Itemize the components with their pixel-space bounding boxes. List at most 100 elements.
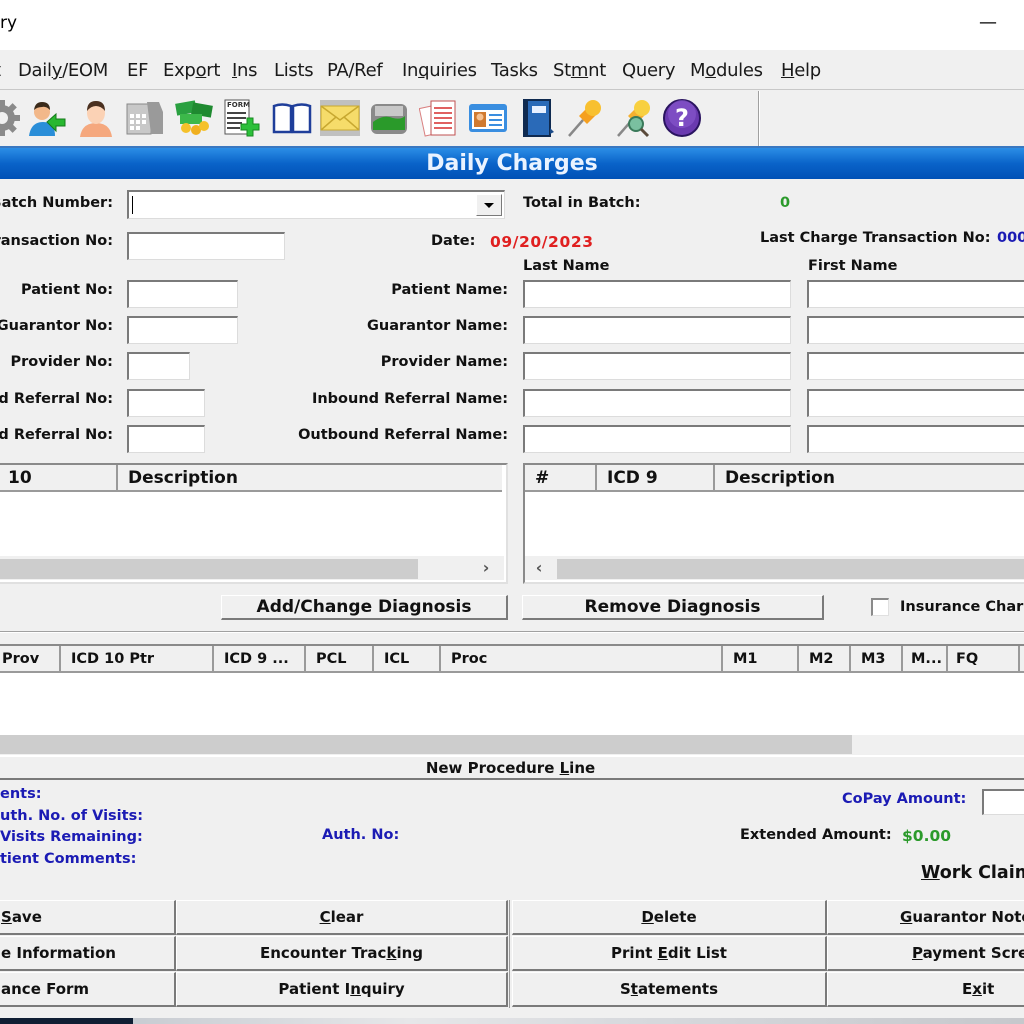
batch-number-combobox[interactable] xyxy=(127,190,505,219)
copay-amount-input[interactable] xyxy=(982,789,1024,815)
column-header-icd10-ptr[interactable]: ICD 10 Ptr xyxy=(61,646,214,673)
column-header-m2[interactable]: M2 xyxy=(799,646,851,673)
guarantor-no-input[interactable] xyxy=(127,316,238,344)
column-header-more[interactable] xyxy=(1020,646,1024,673)
guarantor-first-name-input[interactable] xyxy=(807,316,1024,344)
remove-diagnosis-button[interactable]: Remove Diagnosis xyxy=(522,595,824,620)
id-card-icon[interactable] xyxy=(468,98,508,138)
dropdown-arrow-button[interactable] xyxy=(476,194,502,216)
provider-first-name-input[interactable] xyxy=(807,352,1024,380)
menu-item-ins[interactable]: Ins xyxy=(232,60,258,81)
column-header-prov[interactable]: Prov xyxy=(0,646,61,673)
provider-no-input[interactable] xyxy=(127,352,190,380)
new-procedure-line-button[interactable]: New Procedure Line xyxy=(0,756,1024,780)
transaction-no-input[interactable] xyxy=(127,232,285,260)
patient-icon[interactable] xyxy=(76,98,116,138)
help-icon[interactable]: ? xyxy=(662,98,702,138)
scrollbar-thumb[interactable] xyxy=(0,559,418,579)
menu-item-inquiries[interactable]: Inquiries xyxy=(402,60,477,81)
column-header-icd9[interactable]: ICD 9 ... xyxy=(214,646,306,673)
patient-no-input[interactable] xyxy=(127,280,238,308)
auth-no-label: Auth. No: xyxy=(322,827,400,843)
inbound-referral-no-input[interactable] xyxy=(127,389,205,417)
column-header-m4[interactable]: M... xyxy=(903,646,948,673)
clear-button[interactable]: Clear xyxy=(176,900,508,935)
guarantor-last-name-input[interactable] xyxy=(523,316,791,344)
work-claim-button[interactable]: Work Claim xyxy=(921,863,1024,883)
payment-screen-button[interactable]: Payment Scre xyxy=(827,936,1024,971)
menu-item-t[interactable]: t xyxy=(0,60,1,81)
encounter-tracking-button[interactable]: Encounter Tracking xyxy=(176,936,508,971)
envelope-icon[interactable] xyxy=(320,98,360,138)
menu-item-lists[interactable]: Lists xyxy=(274,60,314,81)
gear-icon[interactable] xyxy=(0,98,22,138)
menu-item-tasks[interactable]: Tasks xyxy=(491,60,538,81)
menu-item-daily-eom[interactable]: Daily/EOM xyxy=(18,60,108,81)
add-change-diagnosis-button[interactable]: Add/Change Diagnosis xyxy=(221,595,508,620)
text-cursor xyxy=(132,196,133,214)
book-icon[interactable] xyxy=(272,98,312,138)
transaction-no-label: ransaction No: xyxy=(0,233,113,249)
menu-item-help[interactable]: Help xyxy=(781,60,821,81)
new-form-icon[interactable]: FORM xyxy=(222,98,262,138)
save-button[interactable]: Save xyxy=(0,900,176,935)
outbound-referral-last-name-input[interactable] xyxy=(523,425,791,453)
procedure-grid[interactable]: Prov ICD 10 Ptr ICD 9 ... PCL ICL Proc M… xyxy=(0,644,1024,756)
scanner-icon[interactable] xyxy=(369,98,409,138)
scrollbar-thumb[interactable] xyxy=(557,559,1024,579)
column-header-icd10[interactable]: 10 xyxy=(0,465,118,492)
column-header-m1[interactable]: M1 xyxy=(723,646,799,673)
column-header-pcl[interactable]: PCL xyxy=(306,646,374,673)
last-charge-transaction-value: 000 xyxy=(997,230,1024,246)
outbound-referral-no-input[interactable] xyxy=(127,425,205,453)
horizontal-scrollbar[interactable]: › xyxy=(0,556,504,580)
calculator-payment-icon[interactable] xyxy=(125,98,165,138)
column-header-m3[interactable]: M3 xyxy=(851,646,903,673)
insurance-form-button[interactable]: ance Form xyxy=(0,972,176,1007)
menu-item-stmnt[interactable]: Stmnt xyxy=(553,60,606,81)
patient-transfer-icon[interactable] xyxy=(27,98,67,138)
column-header-icl[interactable]: ICL xyxy=(374,646,441,673)
column-header-proc[interactable]: Proc xyxy=(441,646,723,673)
provider-last-name-input[interactable] xyxy=(523,352,791,380)
horizontal-scrollbar[interactable] xyxy=(0,735,1024,755)
window-title: ry xyxy=(0,13,18,33)
patient-first-name-input[interactable] xyxy=(807,280,1024,308)
outbound-referral-first-name-input[interactable] xyxy=(807,425,1024,453)
column-header-description[interactable]: Description xyxy=(118,465,502,492)
icd9-diagnosis-grid[interactable]: # ICD 9 Description ‹ xyxy=(523,463,1024,584)
notebook-icon[interactable] xyxy=(518,98,558,138)
menu-item-query[interactable]: Query xyxy=(622,60,676,81)
menu-item-modules[interactable]: Modules xyxy=(690,60,763,81)
outbound-referral-name-label: Outbound Referral Name: xyxy=(298,427,508,443)
menu-item-ef[interactable]: EF xyxy=(127,60,148,81)
patient-inquiry-button[interactable]: Patient Inquiry xyxy=(176,972,508,1007)
column-header-description[interactable]: Description xyxy=(715,465,1024,492)
delete-button[interactable]: Delete xyxy=(512,900,827,935)
money-icon[interactable] xyxy=(174,98,214,138)
pushpin-search-icon[interactable] xyxy=(614,98,654,138)
scroll-right-icon[interactable]: › xyxy=(476,556,496,580)
provider-name-label: Provider Name: xyxy=(380,354,508,370)
column-header-number[interactable]: # xyxy=(525,465,597,492)
insurance-charge-checkbox[interactable] xyxy=(871,598,889,616)
scroll-left-icon[interactable]: ‹ xyxy=(529,556,549,580)
icd10-diagnosis-grid[interactable]: 10 Description › xyxy=(0,463,508,584)
menu-item-export[interactable]: Export xyxy=(163,60,220,81)
inbound-referral-last-name-input[interactable] xyxy=(523,389,791,417)
print-edit-list-button[interactable]: Print Edit List xyxy=(512,936,827,971)
statements-button[interactable]: Statements xyxy=(512,972,827,1007)
patient-last-name-input[interactable] xyxy=(523,280,791,308)
exit-button[interactable]: Exit xyxy=(827,972,1024,1007)
menu-item-pa-ref[interactable]: PA/Ref xyxy=(327,60,383,81)
column-header-fq[interactable]: FQ xyxy=(948,646,1020,673)
horizontal-scrollbar[interactable]: ‹ xyxy=(525,556,1024,580)
guarantor-notes-button[interactable]: Guarantor Note xyxy=(827,900,1024,935)
scrollbar-thumb[interactable] xyxy=(0,735,852,754)
pushpin-icon[interactable] xyxy=(565,98,605,138)
documents-icon[interactable] xyxy=(418,98,459,138)
inbound-referral-first-name-input[interactable] xyxy=(807,389,1024,417)
minimize-button[interactable]: — xyxy=(968,10,1008,40)
insurance-information-button[interactable]: e Information xyxy=(0,936,176,971)
column-header-icd9[interactable]: ICD 9 xyxy=(597,465,715,492)
